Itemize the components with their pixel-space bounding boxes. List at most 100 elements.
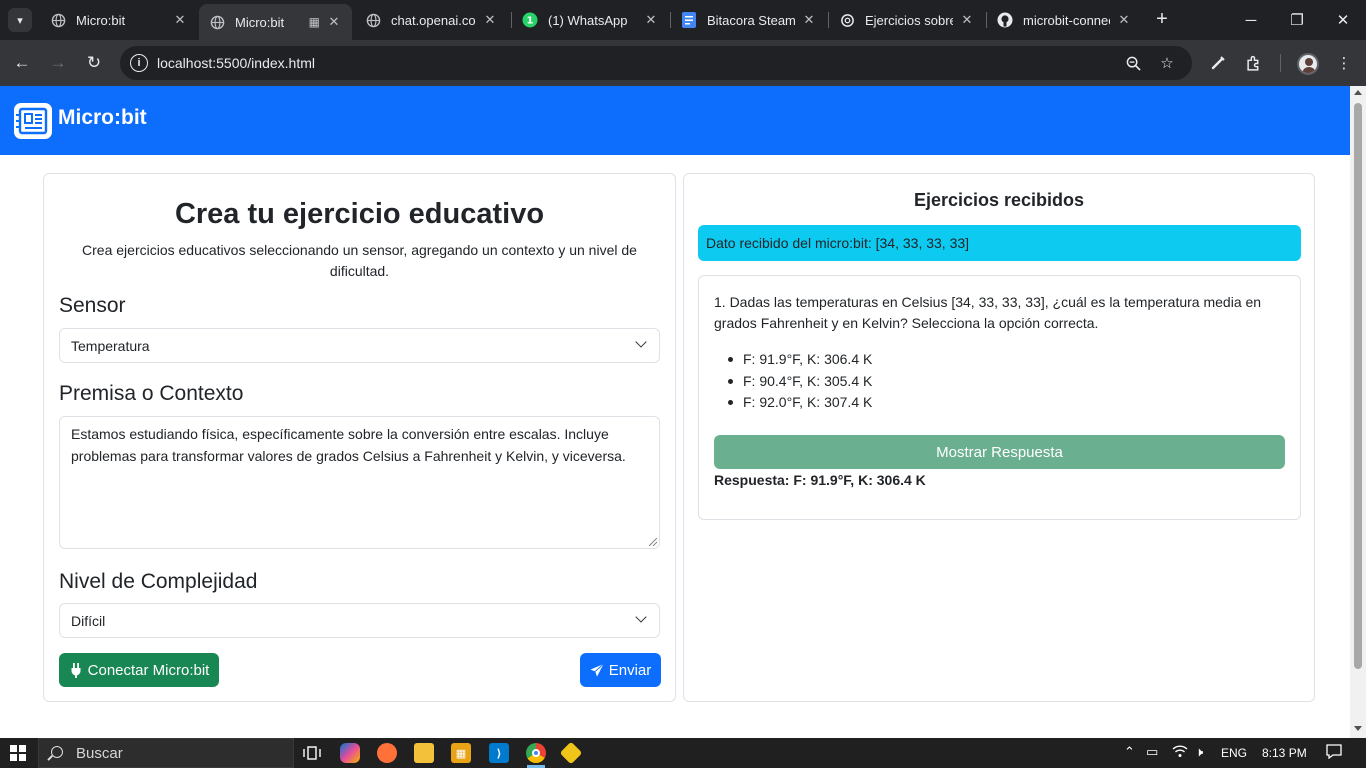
openai-icon <box>839 12 855 28</box>
copilot-icon[interactable] <box>340 743 360 763</box>
svg-text:1: 1 <box>527 16 534 27</box>
site-info-icon[interactable]: i <box>130 54 148 72</box>
globe-icon <box>365 12 381 28</box>
task-view-icon[interactable] <box>302 743 322 763</box>
tab-groups-icon[interactable]: ▦ <box>309 15 320 29</box>
browser-tab-2-active[interactable]: Micro:bit ▦ ✕ <box>199 4 352 40</box>
close-tab-icon[interactable]: ✕ <box>643 12 659 28</box>
close-tab-icon[interactable]: ✕ <box>326 14 342 30</box>
microbit-logo-icon[interactable] <box>14 103 52 139</box>
notifications-icon[interactable] <box>1326 744 1342 762</box>
context-textarea[interactable]: Estamos estudiando física, específicamen… <box>59 416 660 549</box>
show-answer-button[interactable]: Mostrar Respuesta <box>714 435 1285 469</box>
tab-search-button[interactable]: ▾ <box>8 8 32 32</box>
new-tab-button[interactable]: + <box>1150 8 1174 32</box>
send-button-label: Enviar <box>608 661 652 679</box>
connect-button-label: Conectar Micro:bit <box>87 661 210 679</box>
close-tab-icon[interactable]: ✕ <box>482 12 498 28</box>
tab-title: chat.openai.com <box>391 12 476 28</box>
bookmark-star-icon[interactable]: ☆ <box>1158 54 1176 72</box>
connect-microbit-button[interactable]: Conectar Micro:bit <box>59 653 219 687</box>
browser-tab-5[interactable]: Bitacora Steam I ✕ <box>671 4 827 36</box>
vscode-icon[interactable]: ⟩ <box>489 743 509 763</box>
microsoft-store-icon[interactable]: ▦ <box>451 743 471 763</box>
docs-icon <box>681 12 697 28</box>
sensor-label: Sensor <box>59 294 126 317</box>
address-bar[interactable]: i localhost:5500/index.html ☆ <box>120 46 1192 80</box>
resize-handle-icon[interactable] <box>649 538 657 546</box>
scroll-up-arrow-icon[interactable] <box>1354 90 1362 95</box>
avatar-head <box>1305 58 1313 66</box>
browser-tab-strip: ▾ Micro:bit ✕ Micro:bit ▦ ✕ chat.openai.… <box>0 0 1366 40</box>
url-text[interactable]: localhost:5500/index.html <box>157 55 315 71</box>
scroll-down-arrow-icon[interactable] <box>1354 726 1362 731</box>
firefox-icon[interactable] <box>377 743 397 763</box>
page-viewport: Micro:bit Crea tu ejercicio educativo Cr… <box>0 86 1350 738</box>
context-label: Premisa o Contexto <box>59 382 244 405</box>
plug-icon <box>69 662 83 678</box>
app-navbar: Micro:bit <box>0 86 1350 155</box>
speaker-muted-icon[interactable]: 🕨 <box>1195 744 1203 760</box>
chevron-up-icon[interactable]: ⌃ <box>1124 744 1135 760</box>
exercise-form-card: Crea tu ejercicio educativo Crea ejercic… <box>43 173 676 702</box>
close-tab-icon[interactable]: ✕ <box>801 12 817 28</box>
context-text: Estamos estudiando física, específicamen… <box>71 426 626 464</box>
tab-title: Micro:bit <box>76 12 126 28</box>
github-icon <box>997 12 1013 28</box>
search-icon <box>51 746 63 758</box>
complexity-select[interactable]: Difícil <box>59 603 660 638</box>
chevron-down-icon <box>635 336 647 348</box>
answer-option: F: 90.4°F, K: 305.4 K <box>714 371 1284 393</box>
minimize-button[interactable]: ─ <box>1228 0 1274 40</box>
brand-name[interactable]: Micro:bit <box>58 106 147 130</box>
taskbar-search-box[interactable]: Buscar <box>38 738 294 768</box>
answer-options-list: F: 91.9°F, K: 306.4 K F: 90.4°F, K: 305.… <box>714 349 1284 414</box>
answer-text: Respuesta: F: 91.9°F, K: 306.4 K <box>714 472 926 488</box>
complexity-label: Nivel de Complejidad <box>59 570 258 593</box>
chevron-down-icon <box>635 611 647 623</box>
toolbar-separator <box>1280 54 1281 72</box>
browser-tab-4[interactable]: 1 (1) WhatsApp ✕ <box>512 4 669 36</box>
browser-tab-7[interactable]: microbit-connec ✕ <box>987 4 1142 36</box>
close-tab-icon[interactable]: ✕ <box>172 12 188 28</box>
globe-icon <box>209 14 225 30</box>
extensions-icon[interactable] <box>1243 52 1265 74</box>
language-indicator[interactable]: ENG <box>1221 746 1247 760</box>
close-tab-icon[interactable]: ✕ <box>959 12 975 28</box>
browser-tab-6[interactable]: Ejercicios sobre ✕ <box>829 4 985 36</box>
wifi-icon[interactable] <box>1172 744 1188 761</box>
windows-taskbar: Buscar ▦ ⟩ ⌃ ▭ 🕨 ENG 8:13 PM <box>0 738 1366 768</box>
page-scrollbar[interactable] <box>1350 86 1366 738</box>
windows-start-icon[interactable] <box>10 745 26 761</box>
clock-time[interactable]: 8:13 PM <box>1262 746 1307 760</box>
browser-tab-3[interactable]: chat.openai.com ✕ <box>355 4 508 36</box>
send-button[interactable]: Enviar <box>580 653 661 687</box>
close-window-button[interactable]: ✕ <box>1320 0 1366 40</box>
avatar[interactable] <box>1297 53 1319 75</box>
globe-icon <box>50 12 66 28</box>
complexity-selected-value: Difícil <box>71 613 106 629</box>
reload-button[interactable]: ↻ <box>82 51 106 75</box>
menu-kebab-icon[interactable]: ⋮ <box>1333 52 1355 74</box>
chrome-icon[interactable] <box>526 743 546 763</box>
scrollbar-thumb[interactable] <box>1354 103 1362 669</box>
edit-pen-icon[interactable] <box>1207 52 1229 74</box>
sensor-selected-value: Temperatura <box>71 338 150 354</box>
answer-option: F: 92.0°F, K: 307.4 K <box>714 392 1284 414</box>
tab-title: microbit-connec <box>1023 12 1110 28</box>
close-tab-icon[interactable]: ✕ <box>1116 12 1132 28</box>
battery-icon[interactable]: ▭ <box>1146 744 1158 760</box>
file-explorer-icon[interactable] <box>414 743 434 763</box>
tab-title: Bitacora Steam I <box>707 12 795 28</box>
back-button[interactable]: ← <box>10 51 34 75</box>
tab-title: (1) WhatsApp <box>548 12 628 28</box>
forward-button[interactable]: → <box>46 51 70 75</box>
paper-plane-icon <box>590 662 604 678</box>
zoom-icon[interactable] <box>1124 54 1142 72</box>
restore-button[interactable]: ❐ <box>1274 0 1320 40</box>
browser-tab-1[interactable]: Micro:bit ✕ <box>40 4 198 36</box>
received-data-alert: Dato recibido del micro:bit: [34, 33, 33… <box>698 225 1301 261</box>
sensor-select[interactable]: Temperatura <box>59 328 660 363</box>
git-app-icon[interactable] <box>559 741 583 765</box>
whatsapp-icon: 1 <box>522 12 538 28</box>
